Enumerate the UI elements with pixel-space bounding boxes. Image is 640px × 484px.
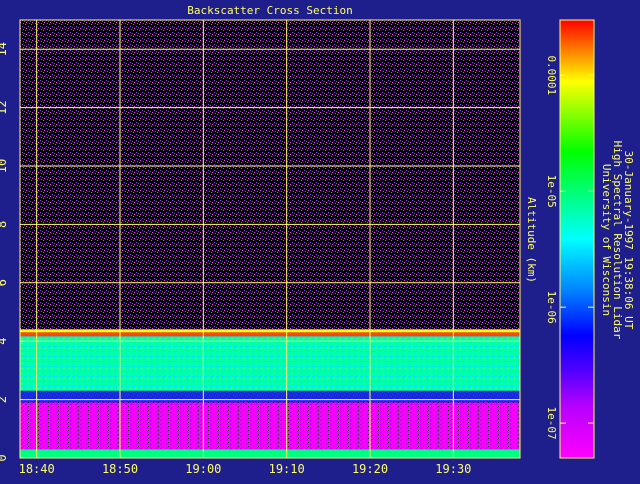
cloud-top-edge <box>20 332 520 337</box>
y-axis-label: Altitude (km) <box>525 197 538 283</box>
colorbar <box>559 19 595 459</box>
chart-svg: 18:40 18:50 19:00 19:10 19:20 19:30 0 2 4 6 8 10 12… <box>0 4 635 476</box>
x-tick-label: 19:00 <box>185 462 221 476</box>
y-tick-label: 4 <box>0 338 9 345</box>
y-tick-label: 14 <box>0 42 9 56</box>
x-tick-label: 19:20 <box>352 462 388 476</box>
x-axis: 18:40 18:50 19:00 19:10 19:20 19:30 <box>19 462 472 476</box>
x-tick-label: 18:40 <box>19 462 55 476</box>
colorbar-tick-label: 1e-05 <box>545 175 558 208</box>
aerosol-layer <box>20 402 520 450</box>
y-tick-label: 2 <box>0 396 9 403</box>
y-tick-label: 6 <box>0 279 9 286</box>
y-tick-label: 10 <box>0 159 9 173</box>
y-tick-label: 8 <box>0 221 9 228</box>
colorbar-tick-label: 1e-06 <box>545 291 558 324</box>
chart-title: Backscatter Cross Section <box>187 4 353 17</box>
surface-band <box>20 449 520 458</box>
side-text: University of Wisconsin High Spectral Re… <box>600 141 635 340</box>
y-tick-label: 12 <box>0 100 9 114</box>
x-tick-label: 18:50 <box>102 462 138 476</box>
side-text-date: 30-January-1997 19:38:06 UT <box>622 151 635 330</box>
cloud-band <box>20 335 520 391</box>
plot-field <box>20 20 520 458</box>
y-axis: 0 2 4 6 8 10 12 14 <box>0 42 9 462</box>
cloud-top-edge-yellow <box>20 329 520 333</box>
x-tick-label: 19:30 <box>435 462 471 476</box>
y-tick-label: 0 <box>0 454 9 461</box>
colorbar-tick-label: 1e-07 <box>545 407 558 440</box>
x-tick-label: 19:10 <box>269 462 305 476</box>
lidar-plot: 18:40 18:50 19:00 19:10 19:20 19:30 0 2 4 6 8 10 12… <box>0 0 640 480</box>
colorbar-tick-label: 0.0001 <box>545 55 558 95</box>
gap-band <box>20 390 520 403</box>
